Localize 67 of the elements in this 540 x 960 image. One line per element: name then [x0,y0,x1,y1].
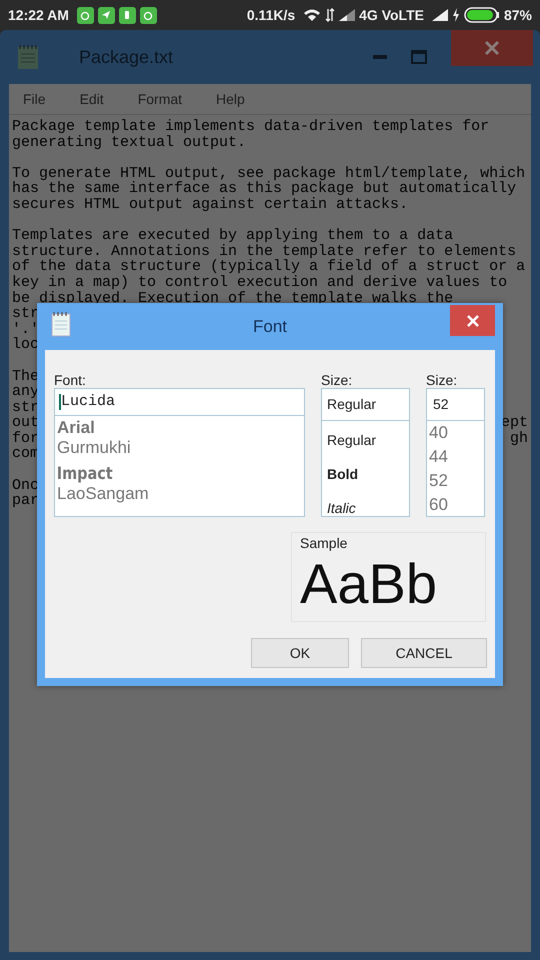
cancel-button[interactable]: CANCEL [361,638,487,668]
list-item[interactable]: 60 [427,493,448,516]
list-item[interactable]: Regular [322,427,382,454]
wifi-icon [303,8,322,22]
document-line: loc [12,336,40,354]
network-type: 4G VoLTE [359,6,424,24]
menu-item[interactable]: Format [124,88,202,110]
clock-time: 12:22 AM [8,6,69,24]
font-input[interactable]: Lucida [54,388,305,416]
menu-item[interactable]: File [9,88,66,110]
document-line: Package template implements data-driven templates for [12,118,490,135]
field-label: Size: [321,371,354,388]
field-label: Size: [426,371,458,388]
document-line: The [12,368,40,384]
document-line: To generate HTML output, see package html/template, which [12,164,526,182]
close-button[interactable] [451,30,533,66]
minimize-icon [373,54,387,60]
menu-item[interactable]: Edit [66,88,124,110]
text-fragment: gh [510,430,528,446]
list-item[interactable]: Italic [322,495,361,516]
notepad-icon [17,44,39,70]
text-fragment: out [12,415,40,431]
sample-text: AaBb [300,553,437,615]
text-fragment: for [12,430,40,446]
close-icon [466,314,478,326]
maximize-icon [411,50,427,64]
document-line: secures HTML output against certain attacks. [12,196,408,213]
ok-button[interactable]: OK [251,638,349,668]
charging-icon [452,8,460,22]
document-line: Templates are executed by applying them to a data [12,227,454,244]
list-item[interactable]: 40 [427,421,448,445]
document-line: str [12,398,40,416]
document-line: '.' [12,320,40,338]
document-line: key in a map) to control execution and derive values to [12,274,508,291]
document-line: Onc [12,476,40,494]
list-item[interactable]: Bold [322,461,364,488]
dialog-title: Font [252,316,288,338]
size-input[interactable]: 52 [426,388,485,421]
field-label: Font: [54,371,87,388]
document-line: of the data structure (typically a field of a struct or a [12,258,526,276]
battery-icon [464,7,500,23]
close-icon [484,40,500,56]
document-line: be displayed. Execution of the template walks the [12,290,454,307]
signal-icon [339,9,356,21]
list-item[interactable]: 44 [427,445,448,469]
style-input[interactable]: Regular [321,388,410,421]
list-item[interactable]: Gurmukhi [55,438,304,458]
list-item[interactable]: Arial [55,418,304,438]
document-line: has the same interface as this package but automatically [12,180,516,198]
send-icon [98,6,115,24]
document-line: any [12,383,40,400]
document-line: generating textual output. [12,134,246,151]
sample-label: Sample [300,534,348,551]
notepad-icon [51,311,71,337]
list-item[interactable]: 52 [427,469,448,493]
signal-icon [432,9,448,21]
document-line: par [12,492,40,510]
close-button[interactable] [450,305,495,336]
list-item[interactable]: Impact [55,464,113,484]
document-line: str [12,305,40,322]
battery-percent: 87% [504,6,532,24]
list-item[interactable]: LaoSangam [55,484,304,504]
menu-item[interactable]: Help [202,88,265,110]
data-arrows-icon [325,8,336,22]
window-title: Package.txt [78,46,174,69]
document-line: structure. Annotations in the template refer to elements [12,242,516,260]
network-speed: 0.11K/s [246,6,296,24]
